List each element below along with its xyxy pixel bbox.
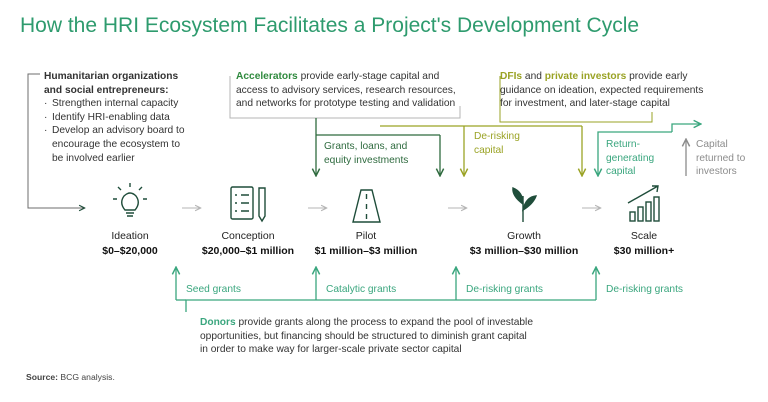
capital-returned-label: Capital returned to investors xyxy=(696,139,746,178)
grants-loans-label: Grants, loans, and equity investments xyxy=(324,141,409,166)
derisking-capital-label: De-risking capital xyxy=(474,131,520,156)
source-note: Source: BCG analysis. xyxy=(26,372,115,382)
donors-name: Donors xyxy=(200,317,236,328)
lightbulb-icon xyxy=(113,183,147,217)
return-generating-label: Return- generating capital xyxy=(606,139,655,178)
stage-growth-range: $3 million–$30 million xyxy=(469,245,579,257)
catalytic-grants-label: Catalytic grants xyxy=(326,284,397,295)
humanitarian-item-cont: encourage the ecosystem to xyxy=(52,138,180,150)
humanitarian-item: Develop an advisory board to xyxy=(44,124,194,138)
investors-note: DFIs and private investors provide early… xyxy=(500,71,704,110)
stage-growth-name: Growth xyxy=(507,230,541,242)
checklist-icon xyxy=(230,186,266,223)
derisking-grants-label-1: De-risking grants xyxy=(466,284,543,295)
accelerators-note: Accelerators provide early-stage capital… xyxy=(236,71,456,110)
stage-pilot-range: $1 million–$3 million xyxy=(314,245,418,257)
stage-scale-range: $30 million+ xyxy=(613,245,675,257)
stage-pilot-name: Pilot xyxy=(355,230,377,242)
road-icon xyxy=(352,189,381,223)
accelerators-name: Accelerators xyxy=(236,71,298,82)
donors-note: Donors provide grants along the process … xyxy=(200,317,533,356)
growth-chart-icon xyxy=(627,185,660,222)
seed-grants-label: Seed grants xyxy=(186,284,241,295)
humanitarian-item: Strengthen internal capacity xyxy=(44,97,194,111)
stage-scale-name: Scale xyxy=(630,230,658,242)
humanitarian-item-cont: be involved earlier xyxy=(52,152,135,164)
humanitarian-heading-1: Humanitarian organizations xyxy=(44,71,179,82)
humanitarian-item: Identify HRI-enabling data xyxy=(44,111,194,125)
private-investors-label: private investors xyxy=(544,71,627,82)
derisking-grants-label-2: De-risking grants xyxy=(606,284,683,295)
donor-connector xyxy=(185,299,596,312)
humanitarian-note: Humanitarian organizations and social en… xyxy=(44,70,194,165)
sprout-icon xyxy=(512,187,538,222)
dfis-label: DFIs xyxy=(500,71,523,82)
humanitarian-heading-2: and social entrepreneurs: xyxy=(44,84,169,96)
